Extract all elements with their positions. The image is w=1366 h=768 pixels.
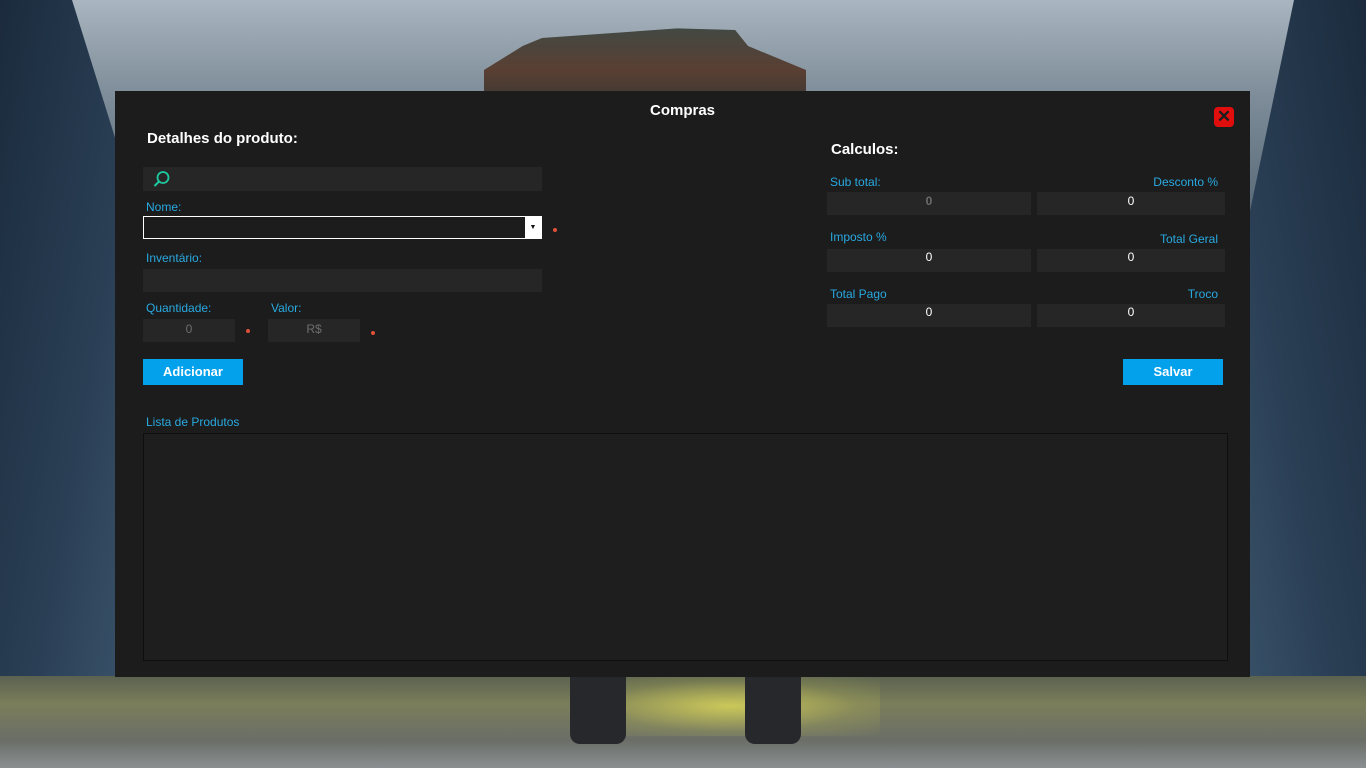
- sub-total-field[interactable]: 0: [827, 192, 1031, 215]
- close-icon: ✕: [1216, 107, 1232, 126]
- sub-total-value: 0: [925, 194, 933, 208]
- quantidade-label: Quantidade:: [146, 301, 212, 315]
- save-button[interactable]: Salvar: [1123, 359, 1223, 385]
- quantidade-field[interactable]: 0: [143, 319, 235, 342]
- troco-field[interactable]: 0: [1037, 304, 1225, 327]
- compras-dialog: Compras ✕ Detalhes do produto: Nome: ▼ I…: [115, 91, 1250, 677]
- imposto-value: 0: [925, 250, 933, 264]
- total-pago-value: 0: [925, 305, 933, 319]
- valor-label: Valor:: [271, 301, 302, 315]
- valor-field[interactable]: R$: [268, 319, 360, 342]
- required-indicator: [371, 331, 375, 335]
- quantidade-value: 0: [185, 322, 193, 336]
- sub-total-label: Sub total:: [830, 175, 881, 189]
- calculations-heading: Calculos:: [831, 141, 899, 158]
- imposto-field[interactable]: 0: [827, 249, 1031, 272]
- product-details-heading: Detalhes do produto:: [147, 130, 298, 147]
- total-geral-value: 0: [1127, 250, 1135, 264]
- troco-label: Troco: [1187, 287, 1218, 301]
- desconto-value: 0: [1127, 194, 1135, 208]
- product-list-grid[interactable]: [143, 433, 1228, 661]
- valor-value: R$: [306, 322, 322, 336]
- desconto-label: Desconto %: [1153, 175, 1218, 189]
- total-geral-label: Total Geral: [1159, 232, 1218, 246]
- required-indicator: [246, 329, 250, 333]
- nome-label: Nome:: [146, 200, 182, 214]
- chevron-down-icon[interactable]: ▼: [525, 217, 541, 238]
- total-pago-label: Total Pago: [830, 287, 887, 301]
- imposto-label: Imposto %: [830, 230, 887, 244]
- search-input[interactable]: [143, 167, 542, 191]
- search-icon: [153, 171, 170, 187]
- desconto-field[interactable]: 0: [1037, 192, 1225, 215]
- window-title: Compras: [649, 102, 716, 119]
- background-building: [484, 28, 806, 102]
- nome-combobox[interactable]: ▼: [143, 216, 542, 239]
- background-wall-right: [1246, 0, 1366, 768]
- required-indicator: [553, 228, 557, 232]
- product-list-label: Lista de Produtos: [146, 415, 240, 429]
- background-wall-left: [0, 0, 120, 768]
- total-pago-field[interactable]: 0: [827, 304, 1031, 327]
- troco-value: 0: [1127, 305, 1135, 319]
- inventario-field[interactable]: [143, 269, 542, 292]
- background-figure-leg: [570, 676, 626, 744]
- add-button[interactable]: Adicionar: [143, 359, 243, 385]
- inventario-label: Inventário:: [146, 251, 203, 265]
- total-geral-field[interactable]: 0: [1037, 249, 1225, 272]
- close-button[interactable]: ✕: [1214, 107, 1234, 127]
- background-figure-leg: [745, 676, 801, 744]
